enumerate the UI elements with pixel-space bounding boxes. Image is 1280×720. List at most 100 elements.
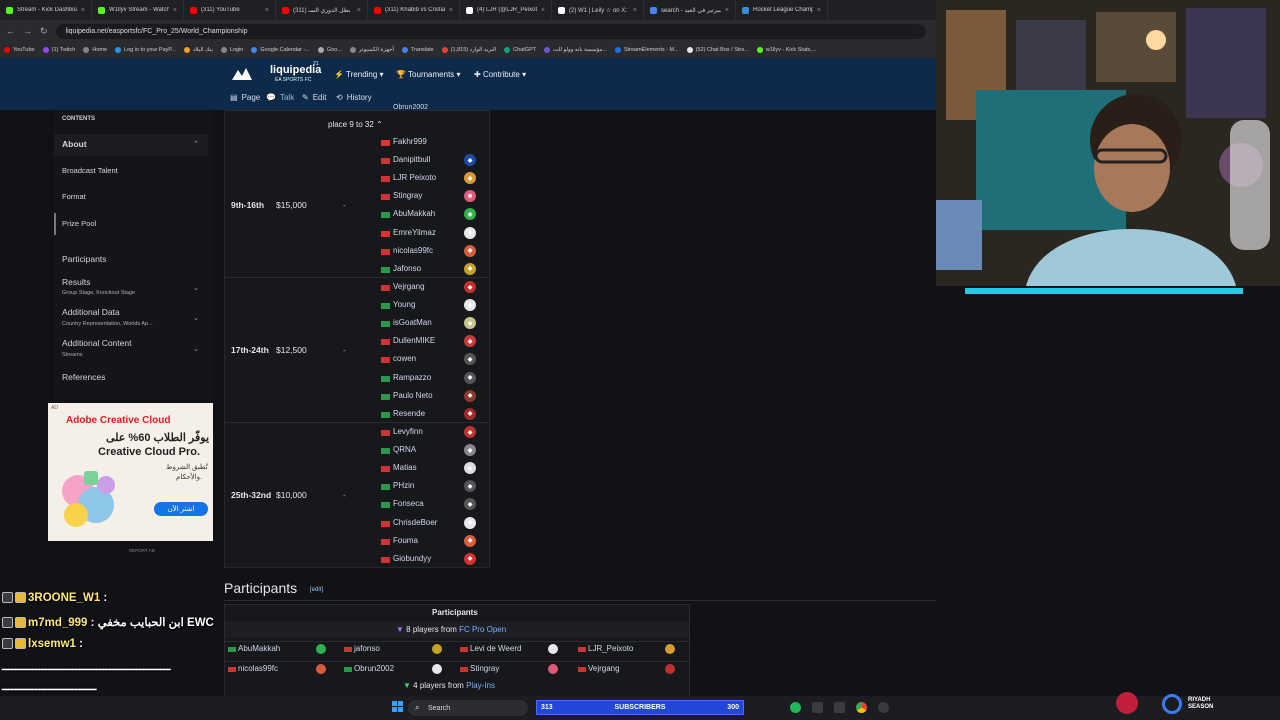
team-logo-icon[interactable]: ◆	[464, 444, 476, 457]
team-logo-icon[interactable]: ◆	[464, 389, 476, 402]
windows-start-icon[interactable]	[392, 701, 403, 712]
player-name[interactable]: isGoatMan	[393, 318, 432, 327]
team-logo-icon[interactable]	[316, 663, 326, 674]
close-tab-icon[interactable]: ×	[817, 7, 821, 14]
team-logo-icon[interactable]: ◆	[464, 371, 476, 384]
player-name[interactable]: Resende	[393, 409, 425, 418]
team-logo-icon[interactable]: ◆	[464, 281, 476, 293]
close-tab-icon[interactable]: ×	[173, 7, 177, 14]
subnav-history[interactable]: ⟲ History	[336, 93, 372, 102]
bookmark-item[interactable]: Log in to your PayP...	[115, 47, 176, 53]
taskbar-search[interactable]: ⌕ Search	[408, 700, 528, 716]
nav-trending[interactable]: ⚡ Trending ▾	[334, 70, 384, 79]
toc-about[interactable]: About	[62, 139, 87, 149]
browser-tab[interactable]: (2) W1 | Leily ☆ on X: "ب ×	[552, 0, 644, 20]
team-logo-icon[interactable]: ◆	[464, 516, 476, 529]
edit-link[interactable]: [edit]	[310, 587, 323, 593]
player-name[interactable]: cowen	[393, 354, 416, 363]
group-link[interactable]: Play-Ins	[466, 681, 495, 690]
app-icon[interactable]	[834, 702, 845, 713]
player-name[interactable]: Fakhr999	[393, 137, 427, 146]
player-name[interactable]: Vejrgang	[393, 282, 425, 291]
close-tab-icon[interactable]: ×	[265, 7, 269, 14]
subnav-talk[interactable]: 💬 Talk	[266, 93, 294, 102]
team-logo-icon[interactable]: ◆	[464, 534, 476, 547]
group-link[interactable]: FC Pro Open	[459, 625, 506, 634]
collapse-toggle[interactable]: place 9 to 32 ⌃	[328, 120, 383, 129]
participant-name[interactable]: Levi de Weerd	[470, 644, 521, 653]
bookmark-item[interactable]: Home	[83, 47, 107, 53]
player-name[interactable]: Young	[393, 300, 415, 309]
browser-tab[interactable]: Stream - Kick Dashboard ×	[0, 0, 92, 20]
bookmark-item[interactable]: Translate	[401, 47, 434, 53]
player-name[interactable]: AbuMakkah	[393, 209, 435, 218]
team-logo-icon[interactable]: ◆	[464, 244, 476, 257]
app-icon[interactable]	[812, 702, 823, 713]
participant-name[interactable]: jafonso	[354, 644, 380, 653]
team-logo-icon[interactable]	[548, 644, 558, 654]
team-logo-icon[interactable]	[432, 644, 442, 654]
team-logo-icon[interactable]	[548, 663, 558, 674]
close-tab-icon[interactable]: ×	[449, 7, 453, 14]
browser-tab[interactable]: (311) بطل الدوري السـ ×	[276, 0, 368, 20]
team-logo-icon[interactable]	[432, 663, 442, 674]
toc-additional-data[interactable]: Additional Data	[62, 307, 120, 317]
bookmark-item[interactable]: (52) Chat Box / Stre...	[686, 47, 749, 53]
player-name[interactable]: EmreYilmaz	[393, 228, 436, 237]
participant-name[interactable]: LJR_Peixoto	[588, 644, 633, 653]
close-tab-icon[interactable]: ×	[81, 7, 85, 14]
toc-broadcast-talent[interactable]: Broadcast Talent	[62, 166, 118, 175]
bookmark-item[interactable]: ChatGPT	[504, 47, 536, 53]
chat-username[interactable]: lxsemw1	[28, 638, 76, 650]
subnav-edit[interactable]: ✎ Edit	[302, 93, 327, 102]
chevron-down-icon[interactable]: ⌄	[193, 314, 199, 322]
browser-tab[interactable]: (4) LJR (@LJR_Peixoto) / X ×	[460, 0, 552, 20]
player-name[interactable]: Paulo Neto	[393, 391, 433, 400]
player-name[interactable]: LJR Peixoto	[393, 173, 436, 182]
liquipedia-logo-icon[interactable]	[230, 66, 254, 84]
close-tab-icon[interactable]: ×	[725, 7, 729, 14]
player-name[interactable]: Fonseca	[393, 499, 424, 508]
player-name[interactable]: ChrisdeBoer	[393, 518, 437, 527]
player-name[interactable]: Giobundyy	[393, 554, 431, 563]
team-logo-icon[interactable]: ◆	[464, 154, 476, 167]
subnav-page[interactable]: ▤ Page	[230, 93, 260, 102]
close-tab-icon[interactable]: ×	[541, 7, 545, 14]
player-name[interactable]: Matias	[393, 463, 417, 472]
team-logo-icon[interactable]: ◆	[464, 299, 476, 312]
player-name[interactable]: nicolas99fc	[393, 246, 433, 255]
report-ad-link[interactable]: REPORT AD	[129, 548, 155, 553]
player-name[interactable]: Levyfinn	[393, 427, 423, 436]
bookmark-item[interactable]: Login	[220, 47, 243, 53]
player-name[interactable]: DullenMIKE	[393, 336, 435, 345]
player-name[interactable]: Stingray	[393, 191, 422, 200]
chrome-icon[interactable]	[856, 702, 867, 713]
bookmark-item[interactable]: مؤسسة بانه وولو للت...	[544, 47, 607, 53]
reload-icon[interactable]: ↻	[40, 26, 48, 37]
toc-prize-pool[interactable]: Prize Pool	[62, 219, 96, 228]
spotify-icon[interactable]	[790, 702, 801, 713]
team-logo-icon[interactable]: ◆	[464, 407, 476, 420]
bookmark-item[interactable]: Google Calendar -...	[251, 47, 310, 53]
participant-name[interactable]: nicolas99fc	[238, 664, 278, 673]
participant-name[interactable]: Stingray	[470, 664, 499, 673]
team-logo-icon[interactable]: ◆	[464, 226, 476, 239]
browser-tab[interactable]: Rocket League Champi ×	[736, 0, 828, 20]
player-name[interactable]: Fouma	[393, 536, 418, 545]
toc-additional-content[interactable]: Additional Content	[62, 338, 131, 348]
back-icon[interactable]: ←	[6, 26, 15, 36]
chevron-down-icon[interactable]: ⌄	[193, 284, 199, 292]
team-logo-icon[interactable]: ◆	[464, 426, 476, 438]
app-icon[interactable]	[878, 702, 889, 713]
browser-tab[interactable]: (311) Khabib vs Cristiano ×	[368, 0, 460, 20]
ad-cta-button[interactable]: اشتر الآن	[154, 502, 208, 516]
bookmark-item[interactable]: البريد الوارد (1,815)	[441, 47, 496, 53]
browser-tab[interactable]: (311) YouTube ×	[184, 0, 276, 20]
bookmark-item[interactable]: أجهزة الكمبيوتر	[349, 47, 394, 53]
close-tab-icon[interactable]: ×	[633, 7, 637, 14]
participant-name[interactable]: Vejrgang	[588, 664, 620, 673]
bookmark-item[interactable]: YouTube	[4, 47, 35, 53]
url-field[interactable]: liquipedia.net/easportsfc/FC_Pro_25/Worl…	[55, 23, 926, 39]
participant-name[interactable]: Obrun2002	[354, 664, 394, 673]
advertisement[interactable]: AD Adobe Creative Cloud يوفّر الطلاب 60%…	[48, 403, 213, 541]
